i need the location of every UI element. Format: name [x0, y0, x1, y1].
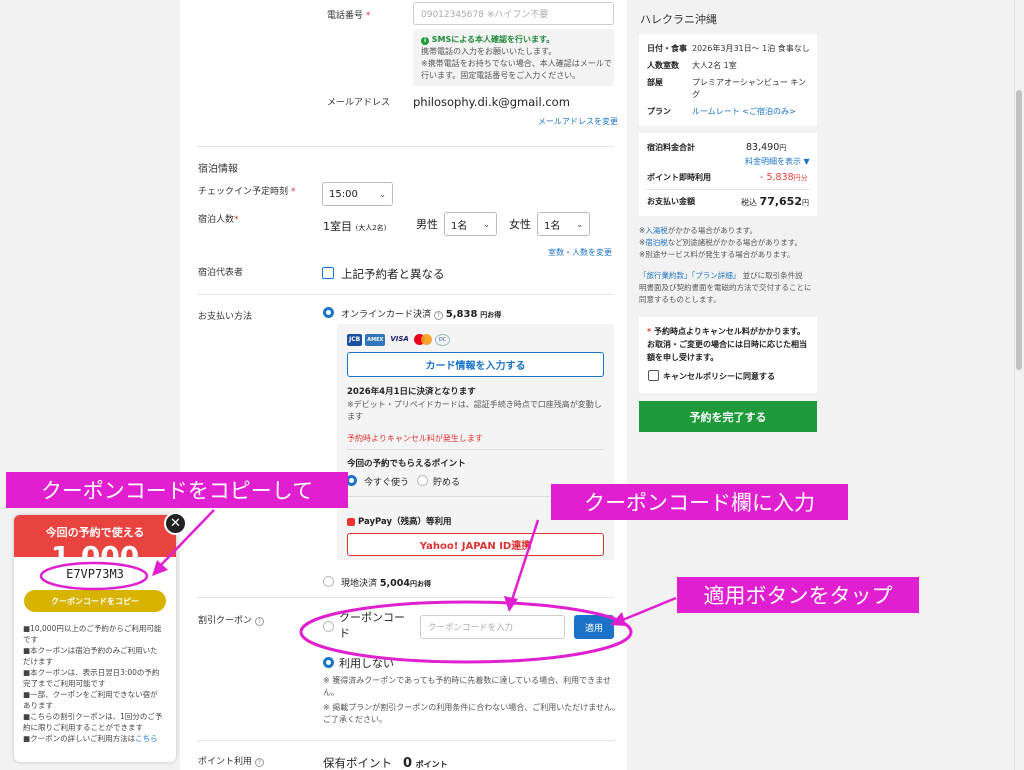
- arrow-head-icon: [152, 560, 168, 576]
- annotation-copy-code: クーポンコードをコピーして: [6, 472, 348, 508]
- annotation-tap-apply: 適用ボタンをタップ: [677, 577, 919, 613]
- arrow-line: [159, 509, 215, 567]
- arrow-line: [510, 519, 540, 601]
- arrow-line: [619, 596, 677, 623]
- annotation-overlay: [39, 509, 677, 664]
- annotation-enter-code: クーポンコード欄に入力: [551, 484, 848, 520]
- code-highlight-ellipse: [39, 561, 149, 591]
- coupon-field-highlight-ellipse: [299, 600, 633, 664]
